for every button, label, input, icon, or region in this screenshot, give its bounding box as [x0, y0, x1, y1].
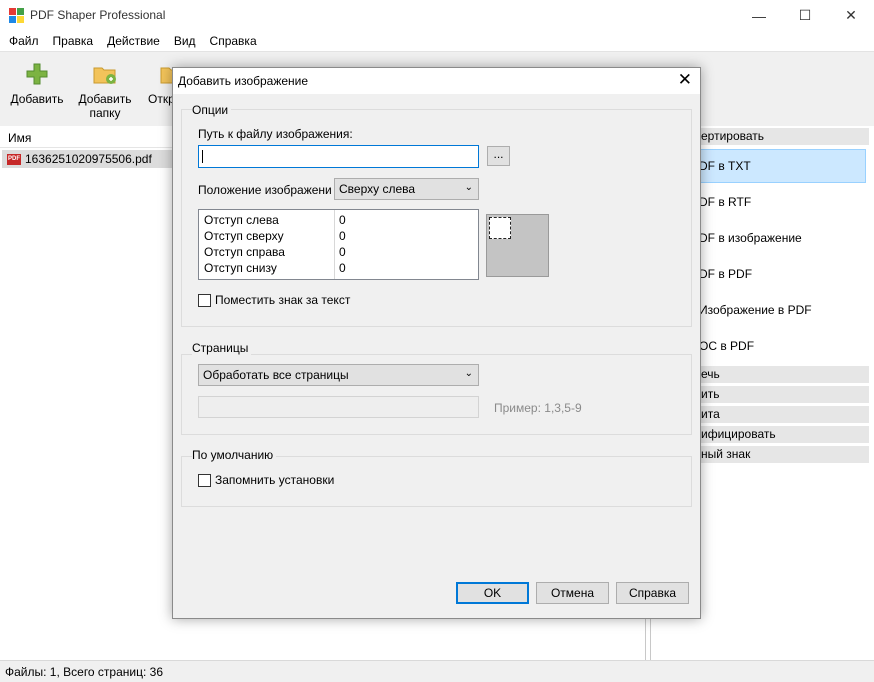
image-path-input[interactable] [198, 145, 479, 168]
cancel-button[interactable]: Отмена [536, 582, 609, 604]
window-title: PDF Shaper Professional [30, 8, 166, 22]
image-position-marker [489, 217, 511, 239]
pages-group-label: Страницы [192, 341, 252, 355]
offset-left-label: Отступ слева [204, 213, 279, 227]
menu-view[interactable]: Вид [174, 34, 196, 48]
app-logo-icon [9, 8, 24, 23]
offset-bottom-label: Отступ снизу [204, 261, 277, 275]
open-button[interactable]: Откр [148, 62, 172, 106]
menu-bar: Файл Правка Действие Вид Справка [0, 31, 874, 51]
help-button[interactable]: Справка [616, 582, 689, 604]
folder-add-icon [93, 62, 117, 86]
pages-select[interactable]: Обработать все страницы ⌄ [198, 364, 479, 386]
title-bar: PDF Shaper Professional — ☐ ✕ [0, 0, 874, 31]
status-bar: Файлы: 1, Всего страниц: 36 [0, 660, 874, 682]
pages-example-hint: Пример: 1,3,5-9 [494, 401, 582, 415]
plus-icon [25, 62, 49, 86]
remember-settings-label: Запомнить установки [215, 473, 335, 487]
offset-right-label: Отступ справа [204, 245, 285, 259]
add-button[interactable]: Добавить [10, 62, 64, 106]
file-name: 1636251020975506.pdf [25, 152, 152, 166]
behind-text-checkbox[interactable] [198, 294, 211, 307]
folder-open-icon [160, 62, 172, 86]
text-caret [202, 150, 203, 163]
offset-row-top[interactable]: Отступ сверху 0 [199, 228, 478, 244]
behind-text-label: Поместить знак за текст [215, 293, 351, 307]
path-label: Путь к файлу изображения: [198, 127, 353, 141]
close-icon[interactable]: ✕ [678, 71, 692, 89]
add-folder-button[interactable]: Добавить папку [74, 62, 136, 120]
open-label: Откр [148, 92, 172, 106]
position-preview [486, 214, 549, 277]
offset-bottom-value[interactable]: 0 [339, 261, 346, 275]
menu-file[interactable]: Файл [9, 34, 39, 48]
offsets-list[interactable]: Отступ слева 0 Отступ сверху 0 Отступ сп… [198, 209, 479, 280]
position-label: Положение изображени [198, 183, 332, 197]
pages-value: Обработать все страницы [203, 368, 349, 382]
add-image-dialog: Добавить изображение ✕ Опции Путь к файл… [172, 67, 701, 619]
offset-right-value[interactable]: 0 [339, 245, 346, 259]
offset-row-bottom[interactable]: Отступ снизу 0 [199, 260, 478, 276]
maximize-button[interactable]: ☐ [782, 0, 828, 31]
menu-edit[interactable]: Правка [53, 34, 94, 48]
add-label: Добавить [10, 92, 64, 106]
menu-help[interactable]: Справка [210, 34, 257, 48]
chevron-down-icon: ⌄ [464, 182, 473, 193]
dialog-title: Добавить изображение [178, 74, 309, 88]
pages-range-input[interactable] [198, 396, 479, 418]
offset-row-left[interactable]: Отступ слева 0 [199, 212, 478, 228]
offset-row-right[interactable]: Отступ справа 0 [199, 244, 478, 260]
pdf-file-icon: PDF [7, 153, 21, 165]
minimize-button[interactable]: — [736, 0, 782, 31]
menu-action[interactable]: Действие [107, 34, 160, 48]
position-select[interactable]: Сверху слева ⌄ [334, 178, 479, 200]
remember-settings-checkbox[interactable] [198, 474, 211, 487]
offset-top-label: Отступ сверху [204, 229, 284, 243]
ok-button[interactable]: OK [456, 582, 529, 604]
position-value: Сверху слева [339, 182, 416, 196]
offset-top-value[interactable]: 0 [339, 229, 346, 243]
browse-button[interactable]: ... [487, 146, 510, 166]
dialog-title-bar: Добавить изображение ✕ [173, 68, 700, 94]
options-group-label: Опции [192, 103, 232, 117]
chevron-down-icon: ⌄ [464, 368, 473, 379]
add-folder-label: Добавить папку [78, 92, 132, 120]
offset-left-value[interactable]: 0 [339, 213, 346, 227]
defaults-group-label: По умолчанию [192, 448, 277, 462]
file-row[interactable]: PDF 1636251020975506.pdf [2, 150, 172, 168]
close-window-button[interactable]: ✕ [828, 0, 874, 31]
